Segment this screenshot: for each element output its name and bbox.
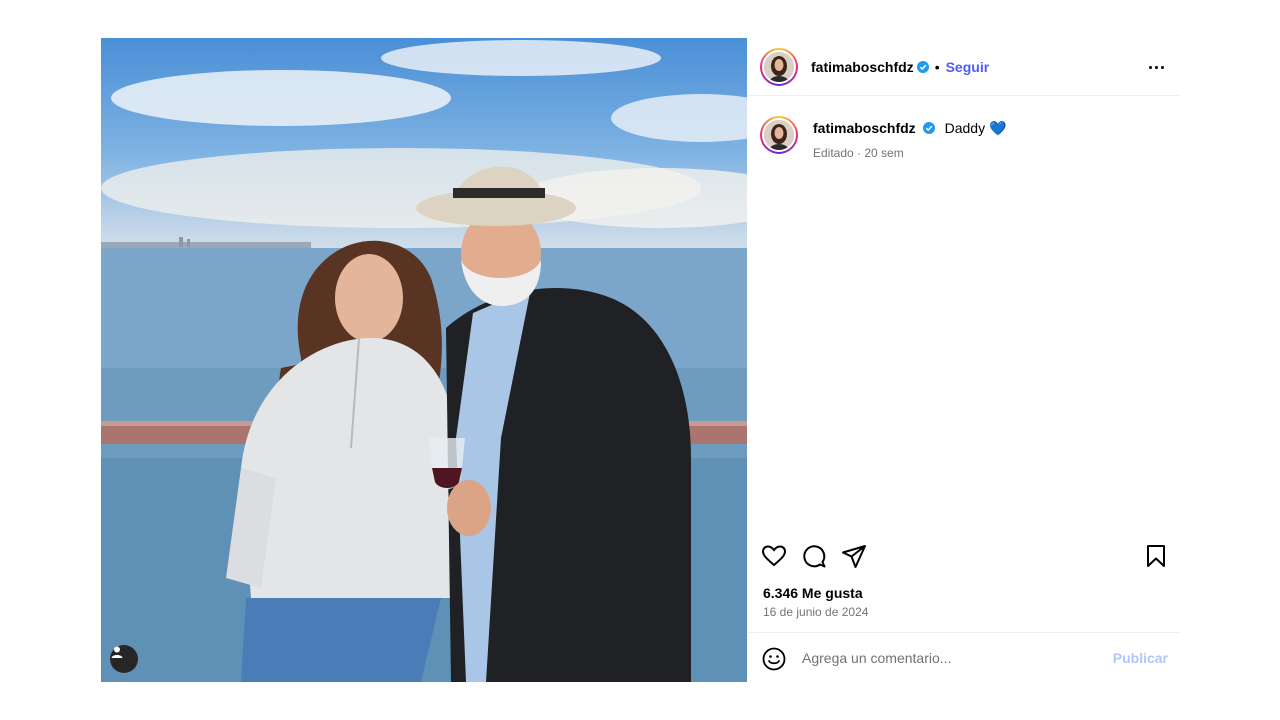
more-options-icon[interactable] — [1144, 58, 1168, 76]
publish-button[interactable]: Publicar — [1113, 650, 1168, 666]
separator: • — [934, 58, 940, 75]
caption-text: Daddy 💙 — [944, 120, 1007, 136]
follow-button[interactable]: Seguir — [946, 59, 990, 75]
verified-badge-icon — [916, 60, 929, 73]
action-bar — [761, 543, 1171, 569]
likes-count[interactable]: 6.346 Me gusta — [763, 585, 863, 601]
edited-meta: Editado · 20 sem — [813, 146, 904, 160]
verified-badge-icon — [923, 122, 936, 134]
bookmark-icon[interactable] — [1143, 543, 1169, 569]
post-side-panel: fatimaboschfdz • Seguir fatimaboschfdz D… — [747, 38, 1180, 682]
instagram-post: fatimaboschfdz • Seguir fatimaboschfdz D… — [101, 38, 1180, 682]
post-photo[interactable] — [101, 38, 747, 682]
username[interactable]: fatimaboschfdz — [811, 59, 914, 75]
caption-username[interactable]: fatimaboschfdz — [813, 120, 916, 136]
post-header: fatimaboschfdz • Seguir — [747, 38, 1180, 96]
heart-icon[interactable] — [761, 543, 787, 569]
share-icon[interactable] — [841, 543, 867, 569]
avatar[interactable] — [760, 47, 798, 86]
caption-avatar[interactable] — [760, 116, 798, 154]
photo-illustration — [101, 40, 747, 682]
comment-bar: Publicar — [747, 632, 1180, 682]
user-tag-icon[interactable] — [110, 645, 138, 673]
emoji-icon[interactable] — [762, 647, 786, 671]
comment-input[interactable] — [802, 647, 1102, 669]
post-date: 16 de junio de 2024 — [763, 605, 869, 619]
comment-icon[interactable] — [801, 543, 827, 569]
